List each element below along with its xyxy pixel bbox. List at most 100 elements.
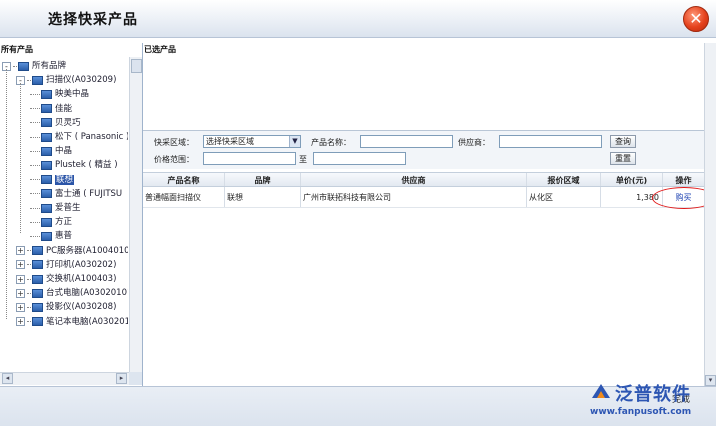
tree-connector: [30, 164, 40, 166]
col-brand[interactable]: 品牌: [225, 173, 301, 186]
selected-products-header: 已选产品: [144, 45, 176, 54]
col-region[interactable]: 报价区域: [527, 173, 601, 186]
expand-icon[interactable]: +: [16, 317, 25, 327]
right-vertical-scrollbar[interactable]: ▾: [704, 43, 716, 386]
category-icon: [41, 189, 52, 199]
tree-connector: [27, 79, 31, 81]
tree-item[interactable]: + 台式电脑(A03020101): [16, 286, 128, 300]
col-supplier[interactable]: 供应商: [301, 173, 527, 186]
tree-item[interactable]: 爱普生: [30, 201, 81, 215]
tree-item[interactable]: 贝灵巧: [30, 116, 81, 130]
tree-item-label: 惠普: [55, 231, 73, 242]
tree-item-label: 笔记本电脑(A030201​02: [46, 316, 128, 327]
cell-brand: 联想: [225, 187, 301, 207]
tree-connector: [30, 193, 40, 195]
tree-connector: [27, 278, 31, 280]
price-min-input[interactable]: [203, 152, 296, 165]
tree-item-label: PC服务器(A10040101): [46, 245, 128, 256]
tree-vertical-scrollbar[interactable]: [129, 57, 142, 372]
tree-item[interactable]: + 打印机(A030202): [16, 258, 116, 272]
tree-item[interactable]: - 扫描仪(A030209): [16, 73, 116, 87]
category-icon: [41, 89, 52, 99]
tree-item-label: 方正: [55, 217, 73, 228]
category-icon: [41, 175, 52, 185]
selected-products-panel: 已选产品 快采区域： 选择快采区域 ▼ 产品名称： 供应商： 查询 价格范围： …: [143, 43, 716, 386]
category-icon: [41, 104, 52, 114]
tree-item[interactable]: Plustek ( 精益 ): [30, 158, 118, 172]
fanpu-logo: 泛普软件 www.fanpusoft.com: [588, 378, 716, 426]
expand-icon[interactable]: +: [16, 288, 25, 298]
expand-icon[interactable]: +: [16, 274, 25, 284]
scroll-right-icon[interactable]: ▸: [116, 373, 127, 384]
category-icon: [41, 160, 52, 170]
category-icon: [32, 302, 43, 312]
network-icon: [18, 61, 29, 71]
title-bar: 选择快采产品 ✕: [0, 0, 716, 38]
col-price[interactable]: 单价(元): [601, 173, 663, 186]
area-label: 快采区域：: [154, 138, 194, 147]
tree-item-label: 爱普生: [55, 203, 81, 213]
tree-connector: [30, 136, 40, 138]
col-action[interactable]: 操作: [663, 173, 704, 186]
cell-supplier: 广州市联拓科技有限公司: [301, 187, 527, 207]
tree-item[interactable]: + PC服务器(A10040101): [16, 244, 128, 258]
logo-icon: [592, 384, 610, 398]
expand-icon[interactable]: +: [16, 246, 25, 256]
tree-item[interactable]: 佳能: [30, 102, 72, 116]
tree-connector: [27, 264, 31, 266]
supplier-input[interactable]: [499, 135, 602, 148]
tree-connector: [30, 150, 40, 152]
tree-item[interactable]: 方正: [30, 215, 72, 229]
tree-item[interactable]: 联想: [30, 173, 75, 187]
tree-item-label: 打印机(A030202): [46, 259, 117, 270]
expand-icon[interactable]: +: [16, 302, 25, 312]
category-icon: [32, 274, 43, 284]
tree-item[interactable]: 惠普: [30, 229, 72, 243]
tree-item-label: 富士通 ( FUJITSU: [55, 188, 123, 199]
tree-item[interactable]: 中晶: [30, 144, 72, 158]
tree-item-label: 佳能: [55, 103, 73, 114]
tree-item-label: 交换机(A100403): [46, 274, 117, 284]
search-button[interactable]: 查询: [610, 135, 636, 148]
tree-horizontal-scrollbar[interactable]: ◂ ▸: [0, 372, 129, 385]
expand-icon[interactable]: +: [16, 260, 25, 270]
tree-connector: [27, 321, 31, 323]
tree-item-label: 投影仪(A030208): [46, 302, 117, 313]
reset-button[interactable]: 重置: [610, 152, 636, 165]
price-max-input[interactable]: [313, 152, 406, 165]
scroll-left-icon[interactable]: ◂: [2, 373, 13, 384]
product-name-input[interactable]: [360, 135, 453, 148]
category-icon: [32, 75, 43, 85]
table-row[interactable]: 普通幅面扫描仪 联想 广州市联拓科技有限公司 从化区 1,380 购买: [143, 187, 704, 208]
category-icon: [41, 132, 52, 142]
area-select[interactable]: 选择快采区域 ▼: [203, 135, 301, 148]
tree-item-label: 联想: [55, 174, 75, 185]
chevron-down-icon[interactable]: ▼: [289, 136, 300, 147]
category-icon: [41, 118, 52, 128]
tree-item-label: 台式电脑(A03020101): [46, 288, 128, 299]
grid-header: 产品名称 品牌 供应商 报价区域 单价(元) 操作: [143, 172, 704, 187]
tree-connector: [30, 122, 40, 124]
category-icon: [32, 246, 43, 256]
tree-item[interactable]: + 交换机(A100403): [16, 272, 116, 286]
tree-item[interactable]: 富士通 ( FUJITSU: [30, 187, 122, 201]
tree-item[interactable]: + 笔记本电脑(A030201​02: [16, 315, 128, 329]
scroll-corner: [129, 372, 142, 385]
tree-scroll-thumb[interactable]: [131, 59, 142, 73]
tree-item[interactable]: - 所有品牌: [2, 59, 66, 73]
tree-item[interactable]: 映美中晶: [30, 87, 89, 101]
category-icon: [41, 231, 52, 241]
tree-item-label: 中晶: [55, 146, 73, 157]
tree-item[interactable]: 松下 ( Panasonic ): [30, 130, 128, 144]
category-icon: [41, 203, 52, 213]
cell-region: 从化区: [527, 187, 601, 207]
category-icon: [41, 217, 52, 227]
col-product-name[interactable]: 产品名称: [143, 173, 225, 186]
tree-item[interactable]: + 投影仪(A030208): [16, 300, 116, 314]
product-tree: - 所有品牌 - 扫描仪(A030209) 映美中晶佳能贝灵巧 松下 ( Panasoni…: [0, 57, 128, 372]
all-products-panel: 所有产品 - 所有品牌 - 扫描仪(A030209) 映美中晶 佳能 贝灵巧 松下 ( Pan…: [0, 43, 143, 386]
price-to-label: 至: [299, 155, 307, 164]
tree-connector: [30, 108, 40, 110]
tree-connector: [30, 207, 40, 209]
close-button[interactable]: ✕: [683, 6, 709, 32]
